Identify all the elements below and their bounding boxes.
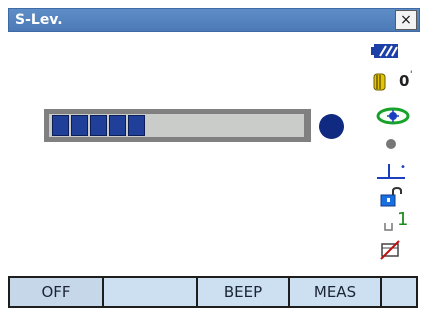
level-segment: [128, 115, 145, 136]
level-track: [48, 113, 305, 138]
lock-icon: [365, 186, 418, 209]
screen: S-Lev. × 0 ' • 1 OFF BEEP MEAS: [0, 0, 425, 312]
close-button[interactable]: ×: [395, 10, 417, 30]
window-title: S-Lev.: [15, 12, 63, 28]
target-dot-icon: [365, 133, 418, 155]
level-segment: [52, 115, 69, 136]
edit-icon: [365, 239, 418, 261]
battery-icon: [365, 43, 418, 65]
softkey-blank-2[interactable]: [380, 276, 418, 308]
prism-constant-unit: ': [410, 70, 413, 80]
main-panel: 0 ' • 1: [8, 35, 418, 275]
status-icons: 0 ' • 1: [365, 43, 418, 275]
softkey-blank-1[interactable]: [102, 276, 198, 308]
input-mode-number: 1: [397, 209, 409, 230]
level-bubble: [319, 114, 344, 139]
laser-plummet-icon: [365, 105, 418, 127]
prism-constant: 0: [399, 72, 410, 90]
prism-icon: 0 ': [365, 70, 418, 93]
title-bar: S-Lev. ×: [0, 0, 425, 34]
softkey-meas[interactable]: MEAS: [288, 276, 382, 308]
title-bar-strip: S-Lev. ×: [8, 8, 420, 32]
input-mode-icon: 1: [365, 209, 418, 233]
tilt-correction-icon: •: [365, 159, 418, 181]
softkey-off[interactable]: OFF: [8, 276, 104, 308]
softkey-bar: OFF BEEP MEAS: [8, 276, 418, 308]
svg-text:•: •: [400, 162, 406, 173]
level-segment: [71, 115, 88, 136]
level-segment: [90, 115, 107, 136]
level-segment: [109, 115, 126, 136]
softkey-beep[interactable]: BEEP: [196, 276, 290, 308]
level-bar: [44, 109, 311, 142]
